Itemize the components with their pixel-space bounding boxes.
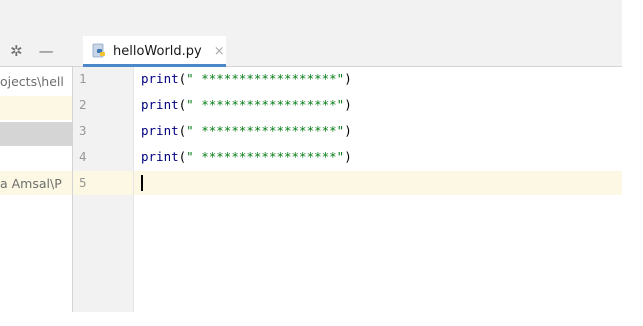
code-line[interactable]: print(" ******************") — [141, 93, 352, 117]
punctuation: ) — [344, 71, 352, 86]
punctuation: ) — [344, 123, 352, 138]
project-row-selected[interactable] — [0, 122, 72, 146]
line-number: 1 — [79, 71, 87, 86]
string-literal: " ******************" — [186, 123, 345, 138]
line-number: 2 — [79, 97, 87, 112]
string-literal: " ******************" — [186, 71, 345, 86]
project-tree-item-user[interactable]: a Amsal\P — [0, 172, 72, 196]
project-tree-item-path[interactable]: ojects\hell — [0, 70, 72, 94]
keyword: print — [141, 149, 179, 164]
string-literal: " ******************" — [186, 149, 345, 164]
string-literal: " ******************" — [186, 97, 345, 112]
line-number: 3 — [79, 123, 87, 138]
keyword: print — [141, 71, 179, 86]
keyword: print — [141, 123, 179, 138]
close-icon[interactable]: × — [214, 44, 225, 59]
text-caret — [141, 175, 143, 191]
project-row-highlight — [0, 96, 72, 120]
punctuation: ) — [344, 97, 352, 112]
punctuation: ) — [344, 149, 352, 164]
line-number: 5 — [79, 175, 87, 190]
line-number: 4 — [79, 149, 87, 164]
code-line[interactable]: print(" ******************") — [141, 67, 352, 91]
code-editor[interactable]: print(" ******************") print(" ***… — [134, 67, 622, 312]
project-panel: ojects\hell a Amsal\P — [0, 67, 73, 312]
tab-helloworld-py[interactable]: helloWorld.py × — [83, 36, 226, 67]
minimize-icon[interactable]: — — [39, 36, 54, 66]
python-file-icon — [92, 43, 105, 58]
code-line[interactable]: print(" ******************") — [141, 145, 352, 169]
top-strip — [0, 0, 622, 37]
gear-icon[interactable]: ✲ — [10, 36, 23, 66]
keyword: print — [141, 97, 179, 112]
current-line-highlight — [134, 171, 622, 195]
project-toolbar: ✲ — — [10, 36, 54, 66]
code-line[interactable]: print(" ******************") — [141, 119, 352, 143]
tab-label: helloWorld.py — [113, 43, 202, 59]
line-number-gutter: 1 2 3 4 5 — [73, 67, 134, 312]
